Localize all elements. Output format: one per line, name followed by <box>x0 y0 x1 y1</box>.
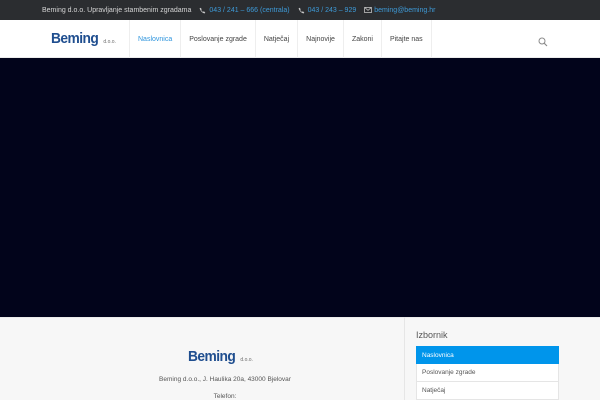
phone-icon <box>297 6 306 15</box>
site-header: Beming d.o.o. Naslovnica Poslovanje zgra… <box>0 20 600 58</box>
logo-suffix: d.o.o. <box>103 39 116 45</box>
phone-label: Telefon: <box>213 393 237 400</box>
contact-phone-central[interactable]: 043 / 241 – 666 (centrala) <box>198 6 290 15</box>
contact-phone-central-link[interactable]: 043 / 241 – 666 (centrala) <box>209 7 289 14</box>
company-address: Beming d.o.o., J. Haulika 20a, 43000 Bje… <box>159 376 291 383</box>
nav-item-poslovanje-zgrade[interactable]: Poslovanje zgrade <box>181 20 256 58</box>
sidebar-divider <box>404 317 405 400</box>
nav-item-natjecaj[interactable]: Natječaj <box>256 20 299 58</box>
nav-item-najnovije[interactable]: Najnovije <box>298 20 344 58</box>
company-tagline: Beming d.o.o. Upravljanje stambenim zgra… <box>42 6 192 14</box>
site-logo[interactable]: Beming d.o.o. <box>51 30 116 47</box>
nav-item-naslovnica[interactable]: Naslovnica <box>129 20 182 58</box>
search-button[interactable] <box>538 34 548 47</box>
sidebar-item-natjecaj[interactable]: Natječaj <box>416 382 559 400</box>
top-info-bar: Beming d.o.o. Upravljanje stambenim zgra… <box>0 0 600 20</box>
nav-item-pitajte-nas[interactable]: Pitajte nas <box>382 20 432 58</box>
phone-icon <box>198 6 207 15</box>
footer-logo-suffix: d.o.o. <box>240 357 253 363</box>
contact-email[interactable]: beming@beming.hr <box>363 6 435 15</box>
contact-phone-second-link[interactable]: 043 / 243 – 929 <box>308 7 357 14</box>
sidebar-item-naslovnica[interactable]: Naslovnica <box>416 346 559 364</box>
mail-icon <box>363 6 372 15</box>
main-nav: Naslovnica Poslovanje zgrade Natječaj Na… <box>129 20 432 58</box>
search-icon <box>538 34 548 51</box>
nav-item-zakoni[interactable]: Zakoni <box>344 20 382 58</box>
sidebar-title: Izbornik <box>416 330 448 340</box>
logo-word: Beming <box>51 30 99 47</box>
hero-slider <box>0 58 600 317</box>
contact-phone-second[interactable]: 043 / 243 – 929 <box>297 6 357 15</box>
footer-logo-word: Beming <box>188 348 236 365</box>
footer-logo: Beming d.o.o. <box>188 348 253 365</box>
contact-email-link[interactable]: beming@beming.hr <box>374 7 435 14</box>
sidebar-menu: Naslovnica Poslovanje zgrade Natječaj <box>416 346 559 400</box>
sidebar-item-poslovanje-zgrade[interactable]: Poslovanje zgrade <box>416 364 559 382</box>
